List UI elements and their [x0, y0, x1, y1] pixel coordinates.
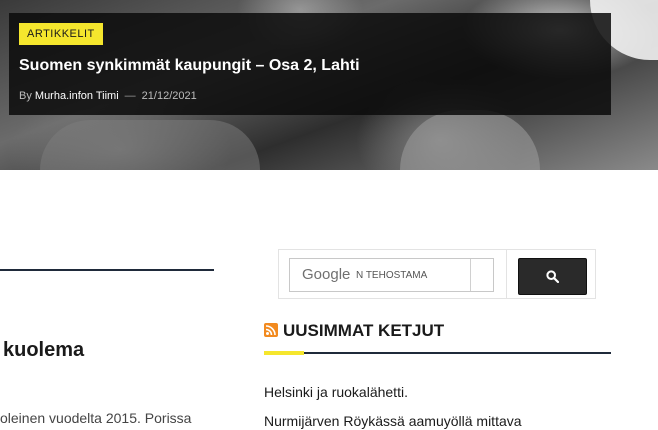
- hero-article-title[interactable]: Suomen synkimmät kaupungit – Osa 2, Laht…: [19, 56, 599, 76]
- category-badge[interactable]: ARTIKKELIT: [19, 23, 103, 45]
- post-excerpt: oleinen vuodelta 2015. Porissa: [0, 410, 192, 426]
- widget-divider: [264, 352, 611, 354]
- search-separator: [506, 250, 507, 298]
- hero-article-meta: By Murha.infon Tiimi — 21/12/2021: [19, 89, 197, 103]
- author-link[interactable]: Murha.infon Tiimi: [35, 90, 119, 102]
- byline-label: By: [19, 90, 32, 102]
- hero-image-foreground: [40, 120, 260, 170]
- search-hint: N TEHOSTAMA: [356, 270, 428, 281]
- widget-divider-accent: [264, 351, 304, 355]
- hero-image[interactable]: ARTIKKELIT Suomen synkimmät kaupungit – …: [0, 0, 658, 170]
- google-logo: Google: [302, 266, 351, 283]
- rss-icon[interactable]: [264, 323, 278, 337]
- meta-separator: —: [124, 90, 136, 102]
- widget-title[interactable]: UUSIMMAT KETJUT: [283, 320, 444, 342]
- publish-date: 21/12/2021: [141, 90, 197, 102]
- section-divider: [0, 269, 214, 271]
- search-button[interactable]: [518, 258, 587, 295]
- search-icon: [546, 270, 559, 283]
- search-widget: Google N TEHOSTAMA: [278, 249, 596, 299]
- input-divider: [470, 259, 471, 291]
- hero-image-figure: [400, 110, 540, 170]
- post-title[interactable]: kuolema: [3, 338, 84, 362]
- feed-item[interactable]: Nurmijärven Röykässä aamuyöllä mittava: [264, 412, 522, 430]
- search-input[interactable]: Google N TEHOSTAMA: [289, 258, 494, 292]
- feed-item[interactable]: Helsinki ja ruokalähetti.: [264, 383, 408, 401]
